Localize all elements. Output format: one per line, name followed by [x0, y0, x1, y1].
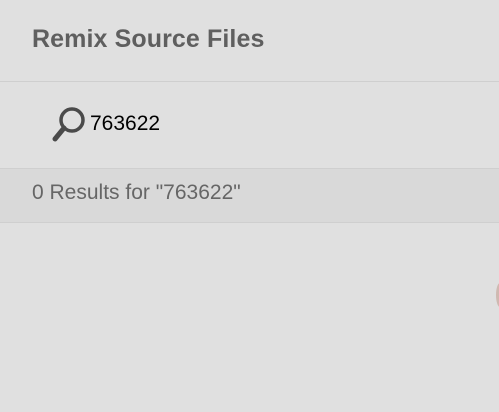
results-count: 0 Results for "763622" — [32, 181, 241, 204]
search-icon[interactable] — [52, 105, 88, 143]
panel-header: Remix Source Files — [0, 0, 499, 82]
page-title: Remix Source Files — [32, 25, 265, 53]
search-bar — [0, 82, 499, 169]
search-input[interactable] — [90, 110, 470, 138]
results-summary-bar: 0 Results for "763622" — [0, 169, 499, 223]
